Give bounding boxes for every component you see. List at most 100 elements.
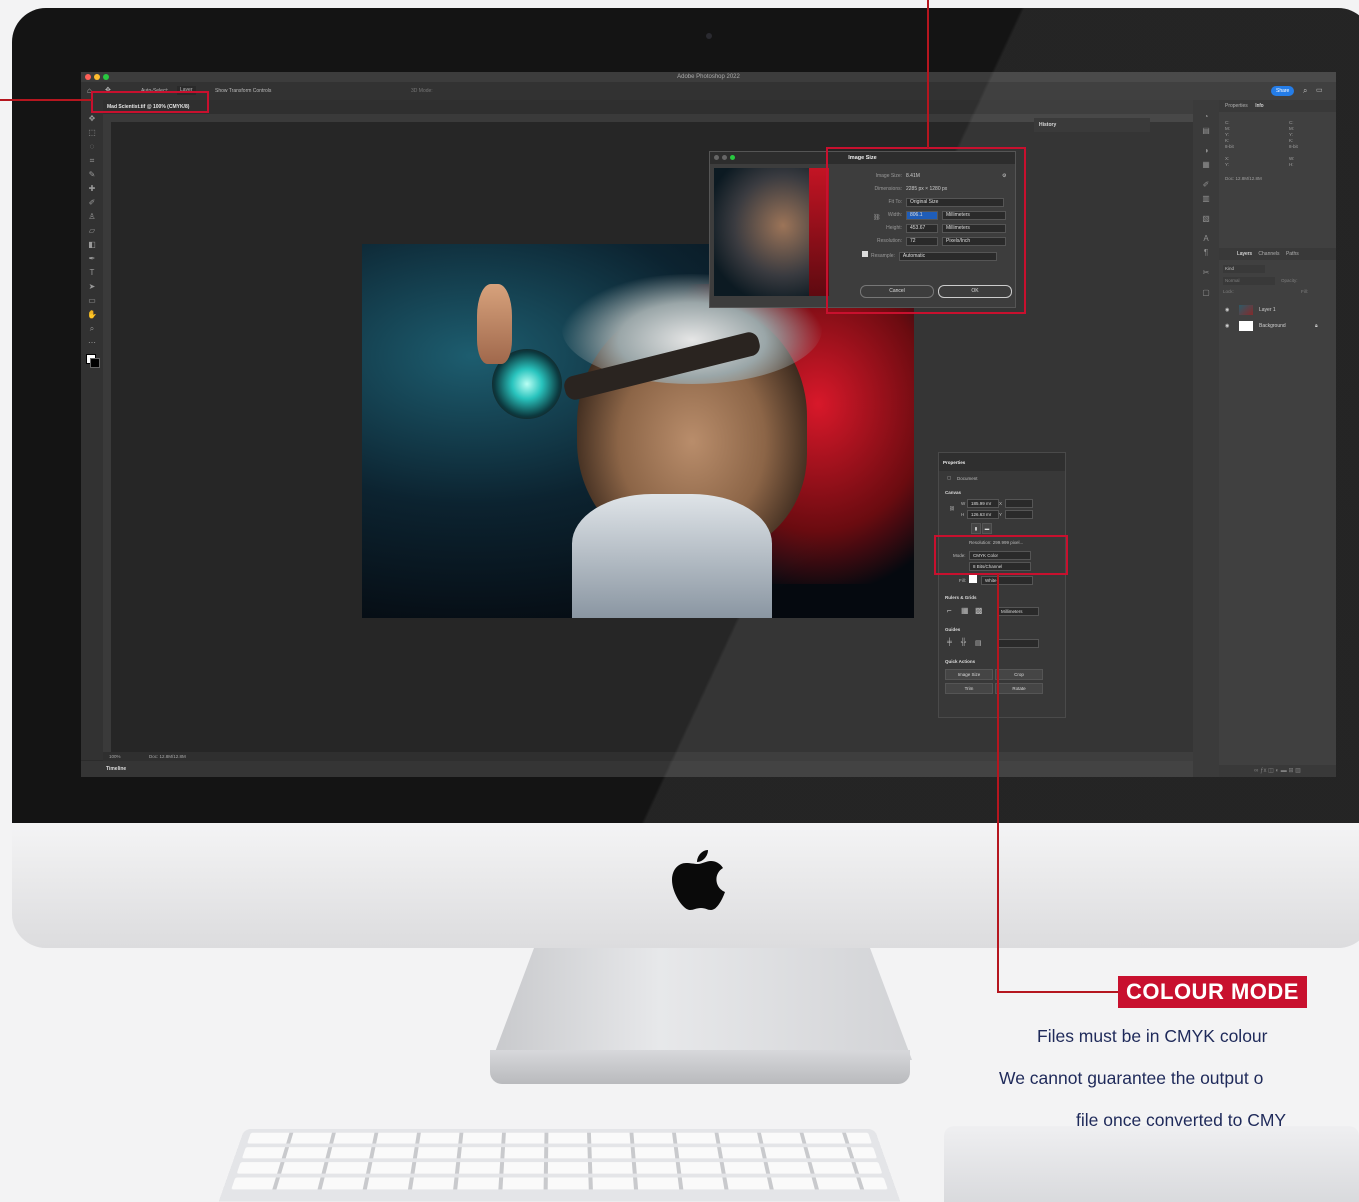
guide-color-icon[interactable]: ▤ xyxy=(975,639,982,647)
constrain-link-icon[interactable]: ⛓ xyxy=(949,506,955,512)
rotate-button[interactable]: Rotate xyxy=(995,683,1043,694)
canvas-x-input[interactable] xyxy=(1005,499,1033,508)
tab-paths[interactable]: Paths xyxy=(1286,251,1299,257)
key-row xyxy=(236,1162,883,1174)
canvas-width-input[interactable]: 185.99 mr xyxy=(967,499,999,508)
background-color-swatch[interactable] xyxy=(90,358,100,368)
colour-mode-leader-line xyxy=(997,574,999,993)
ruler-units-dropdown[interactable]: Millimeters xyxy=(997,607,1039,616)
key-row xyxy=(231,1177,888,1190)
stamp-tool-icon[interactable]: ♙ xyxy=(86,212,98,222)
tools-preset-icon[interactable]: ✂ xyxy=(1200,268,1212,278)
eraser-tool-icon[interactable]: ▱ xyxy=(86,226,98,236)
brushes-icon[interactable]: ✐ xyxy=(1200,180,1212,190)
guide-icon[interactable]: ╪ xyxy=(947,639,952,646)
crop-button[interactable]: Crop xyxy=(995,669,1043,680)
info-h: H: xyxy=(1289,162,1294,167)
info-bits-2: 8-bit xyxy=(1289,144,1298,149)
blend-mode-dropdown[interactable]: Normal xyxy=(1223,277,1275,285)
adjustment-layer-icon[interactable]: ◐ xyxy=(1275,768,1279,774)
workspace-icon[interactable]: ▭ xyxy=(1316,82,1323,100)
zoom-tool-icon[interactable]: ⌕ xyxy=(86,324,98,334)
guide-style-dropdown[interactable] xyxy=(997,639,1039,648)
link-layers-icon[interactable]: ∞ xyxy=(1254,768,1258,774)
layer-row[interactable]: ◉ Background 🔒︎ xyxy=(1219,318,1336,334)
callout-line-2: We cannot guarantee the output o xyxy=(999,1068,1264,1088)
notes-icon[interactable]: ▢ xyxy=(1200,288,1212,298)
tab-properties[interactable]: Properties xyxy=(1225,103,1248,109)
trim-button[interactable]: Trim xyxy=(945,683,993,694)
shape-tool-icon[interactable]: ▭ xyxy=(86,296,98,306)
folder-icon[interactable]: ▬ xyxy=(1281,768,1287,774)
zoom-level: 100% xyxy=(109,754,121,759)
history-label: History xyxy=(1039,122,1057,128)
doc-tab-highlight xyxy=(91,91,209,113)
share-button[interactable]: Share xyxy=(1271,86,1295,96)
rulers-grids-section[interactable]: Rulers & Grids xyxy=(945,595,977,600)
marquee-tool-icon[interactable]: ⬚ xyxy=(86,128,98,138)
timeline-tab[interactable]: Timeline xyxy=(106,761,126,777)
fx-icon[interactable]: ƒx xyxy=(1260,768,1266,774)
visibility-eye-icon[interactable]: ◉ xyxy=(1225,318,1229,334)
search-icon[interactable]: ⌕ xyxy=(1303,82,1307,100)
layers-footer-icons: ∞ ƒx ◫ ◐ ▬ ⊞ ▥ xyxy=(1219,765,1336,777)
pixel-grid-icon[interactable]: ▩ xyxy=(975,606,983,615)
pen-tool-icon[interactable]: ✒ xyxy=(86,254,98,264)
ruler-icon[interactable]: ⌐ xyxy=(947,606,952,615)
guides-section[interactable]: Guides xyxy=(945,627,960,632)
hand-tool-icon[interactable]: ✋ xyxy=(86,310,98,320)
patterns-icon[interactable]: ▧ xyxy=(1200,214,1212,224)
actions-icon[interactable]: ▤ xyxy=(1200,126,1212,136)
properties-panel: Properties ▢ Document Canvas W 185.99 mr… xyxy=(938,452,1066,718)
tab-layers[interactable]: Layers xyxy=(1237,251,1252,257)
path-select-tool-icon[interactable]: ➤ xyxy=(86,282,98,292)
x-label: X xyxy=(999,501,1003,506)
move-tool-icon[interactable]: ✥ xyxy=(86,114,98,124)
new-layer-icon[interactable]: ⊞ xyxy=(1288,768,1293,774)
quick-actions-section[interactable]: Quick Actions xyxy=(945,659,975,664)
dialog-zoom-button[interactable] xyxy=(730,155,735,160)
type-tool-icon[interactable]: T xyxy=(86,268,98,278)
close-window-button[interactable] xyxy=(85,74,91,80)
tab-channels[interactable]: Channels xyxy=(1258,251,1279,257)
grid-icon[interactable]: ▦ xyxy=(961,606,969,615)
eyedropper-tool-icon[interactable]: ✎ xyxy=(86,170,98,180)
canvas-height-input[interactable]: 126.63 mr xyxy=(967,510,999,519)
mask-icon[interactable]: ◫ xyxy=(1268,768,1274,774)
gradient-tool-icon[interactable]: ◧ xyxy=(86,240,98,250)
crop-tool-icon[interactable]: ⌗ xyxy=(86,156,98,166)
visibility-eye-icon[interactable]: ◉ xyxy=(1225,302,1229,318)
history-panel-header[interactable]: History xyxy=(1034,118,1150,132)
canvas-section[interactable]: Canvas xyxy=(945,490,961,495)
info-readout-2: C: M: Y: K: 8-bit W: H: xyxy=(1289,120,1298,168)
character-icon[interactable]: A xyxy=(1200,234,1212,244)
swatches-icon[interactable]: ▥ xyxy=(1200,194,1212,204)
libraries-icon[interactable]: ▦ xyxy=(1200,160,1212,170)
colour-mode-highlight xyxy=(934,535,1068,575)
healing-tool-icon[interactable]: ✚ xyxy=(86,184,98,194)
landscape-orientation-button[interactable]: ▬ xyxy=(982,523,992,534)
portrait-orientation-button[interactable]: ▮ xyxy=(971,523,981,534)
more-tools-icon[interactable]: ⋯ xyxy=(86,338,98,348)
dialog-minimize-button[interactable] xyxy=(722,155,727,160)
window-title-bar: Adobe Photoshop 2022 xyxy=(81,72,1336,82)
layer-kind-filter[interactable]: Kind xyxy=(1223,265,1265,273)
minimize-window-button[interactable] xyxy=(94,74,100,80)
keyboard xyxy=(218,1129,901,1202)
image-size-button[interactable]: Image Size xyxy=(945,669,993,680)
paragraph-icon[interactable]: ¶ xyxy=(1200,248,1212,258)
layer-row[interactable]: ◉ Layer 1 xyxy=(1219,302,1336,318)
trash-icon[interactable]: ▥ xyxy=(1295,768,1301,774)
lasso-tool-icon[interactable]: ◌ xyxy=(86,142,98,152)
fill-dropdown[interactable]: White xyxy=(981,576,1033,585)
show-transform-controls-checkbox[interactable]: Show Transform Controls xyxy=(215,82,271,100)
fill-color-swatch[interactable] xyxy=(969,575,977,583)
zoom-window-button[interactable] xyxy=(103,74,109,80)
brush-tool-icon[interactable]: ✐ xyxy=(86,198,98,208)
tab-info[interactable]: Info xyxy=(1255,103,1263,109)
canvas-y-input[interactable] xyxy=(1005,510,1033,519)
guide-layout-icon[interactable]: ╬ xyxy=(961,639,966,646)
history-icon[interactable]: ◔ xyxy=(1200,112,1212,122)
dialog-close-button[interactable] xyxy=(714,155,719,160)
adjustments-icon[interactable]: ◑ xyxy=(1200,146,1212,156)
